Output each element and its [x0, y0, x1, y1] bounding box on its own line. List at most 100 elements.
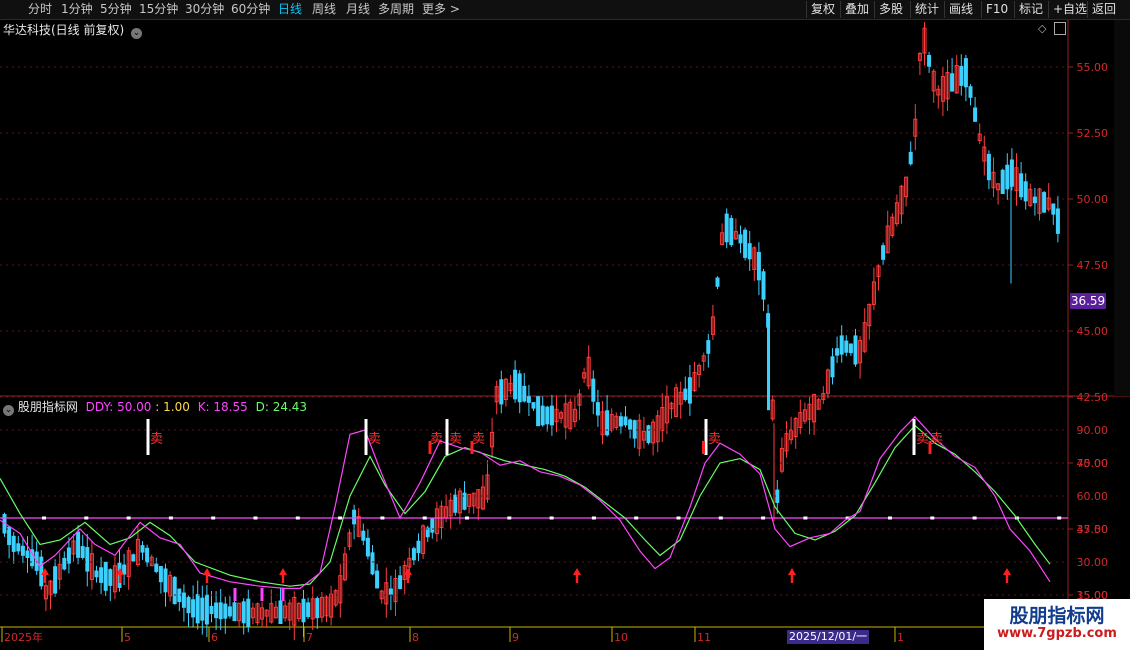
ddy-marker: [465, 516, 469, 520]
candle-body: [756, 251, 761, 281]
ddy-marker: [168, 516, 173, 520]
candle-body: [618, 416, 623, 427]
candle-body: [416, 540, 421, 554]
candle-body: [306, 602, 311, 618]
candle-body: [411, 548, 416, 561]
price-axis-labels: 55.0052.5050.0047.5045.0042.5040.0037.50…: [1077, 61, 1109, 602]
candle-body: [853, 335, 858, 365]
watermark-title: 股朋指标网: [1009, 605, 1105, 627]
ddy-marker: [507, 516, 512, 520]
ddy-marker: [380, 516, 385, 520]
candle-body: [986, 153, 991, 181]
ddy-marker: [295, 516, 300, 520]
candle-body: [1023, 181, 1028, 202]
candle-body: [499, 379, 504, 405]
candle-body: [301, 598, 306, 623]
candle-body: [85, 547, 90, 572]
price-tick-label: 55.00: [1077, 61, 1109, 74]
price-tick-label: 50.00: [1077, 193, 1109, 206]
candle-body: [959, 65, 964, 86]
candle-body: [844, 340, 849, 353]
candle-body: [62, 557, 67, 570]
candle-body: [973, 107, 978, 122]
ddy-marker: [338, 516, 343, 520]
candle-body: [99, 567, 104, 583]
time-tick-label: 9: [512, 631, 519, 644]
chevron-down-icon[interactable]: ⌄: [3, 405, 14, 416]
stock-title: 华达科技(日线 前复权): [3, 23, 125, 37]
buy-arrow-icon: [788, 568, 796, 583]
ddy-marker: [803, 516, 808, 520]
candle-body: [591, 378, 596, 402]
buy-arrow-icon: [279, 568, 287, 583]
ddy-marker: [42, 516, 46, 520]
time-tick-label: 7: [306, 631, 313, 644]
candle-body: [848, 343, 853, 354]
ddy-marker: [718, 516, 723, 520]
indicator-header: ⌄ 股朋指标网 DDY: 50.00 : 1.00 K: 18.55 D: 24…: [3, 398, 308, 416]
candle-body: [881, 245, 886, 260]
candle-body: [729, 218, 734, 246]
d-value: D: 24.43: [255, 400, 308, 414]
candle-body: [830, 356, 835, 378]
indicator-tick-label: 90.00: [1077, 424, 1109, 437]
candle-body: [517, 373, 522, 403]
candle-body: [747, 243, 752, 260]
candle-body: [76, 531, 81, 558]
candle-body: [278, 600, 283, 625]
candle-body: [361, 530, 366, 541]
chevron-down-icon[interactable]: ⌄: [131, 28, 143, 39]
sell-signal-label: 卖: [708, 432, 721, 447]
candle-body: [94, 570, 99, 578]
ddy-marker: [761, 516, 766, 520]
candle-body: [743, 229, 748, 258]
candle-body: [605, 410, 610, 436]
indicator-name: 股朋指标网: [17, 400, 78, 414]
candle-body: [181, 592, 186, 608]
stock-title-row: 华达科技(日线 前复权) ⌄: [3, 21, 143, 39]
price-tick-label: 47.50: [1077, 259, 1109, 272]
candle-body: [968, 86, 973, 98]
candle-body: [140, 545, 145, 553]
window-toggle-icon[interactable]: [1054, 22, 1066, 35]
candle-body: [950, 73, 955, 92]
candle-body: [370, 552, 375, 575]
candle-body: [531, 402, 536, 409]
candle-body: [186, 596, 191, 614]
time-axis: 2025年 5 6 7 8 9 10 11 1: [1, 627, 904, 644]
price-tick-label: 45.00: [1077, 325, 1109, 338]
indicator-tick-label: 60.00: [1077, 490, 1109, 503]
ddy-marker: [676, 516, 681, 520]
candle-body: [163, 568, 168, 593]
candle-body: [1055, 208, 1060, 234]
candle-body: [16, 543, 21, 552]
candle-body: [628, 419, 633, 430]
candle-body: [835, 348, 840, 356]
candle-body: [375, 570, 380, 589]
candle-body: [526, 396, 531, 403]
time-tick-label: 5: [124, 631, 131, 644]
buy-arrow-icon: [1003, 568, 1011, 583]
time-tick-label: 10: [614, 631, 628, 644]
candle-body: [315, 597, 320, 619]
diamond-icon[interactable]: ◇: [1038, 22, 1046, 35]
ddy-value: DDY: 50.00: [85, 400, 152, 414]
candle-body: [103, 561, 108, 591]
candle-body: [108, 569, 113, 586]
ddy-marker: [126, 516, 131, 520]
candle-body: [195, 594, 200, 624]
candle-body: [66, 547, 71, 564]
candle-body: [683, 388, 688, 400]
candle-body: [232, 602, 237, 622]
candle-body: [706, 340, 711, 354]
candle-body: [513, 369, 518, 400]
candle-body: [388, 588, 393, 595]
kline-chart[interactable]: 55.0052.5050.0047.5045.0042.5040.0037.50…: [0, 0, 1130, 650]
right-sidebar-strip: [1114, 20, 1130, 396]
candle-body: [536, 396, 541, 427]
candle-body: [646, 425, 651, 444]
candle-body: [549, 405, 554, 426]
ddy-marker: [422, 516, 427, 520]
candle-body: [522, 385, 527, 402]
candle-body: [839, 335, 844, 355]
